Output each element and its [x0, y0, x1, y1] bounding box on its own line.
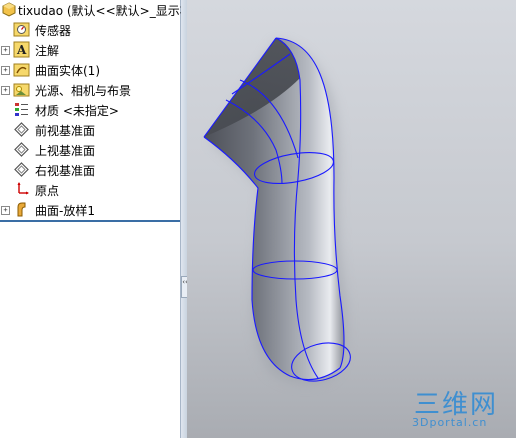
tree-item-right-plane[interactable]: 右视基准面	[0, 160, 180, 180]
tree-item-label: 注解	[35, 44, 60, 58]
tree-item-sensors[interactable]: 传感器	[0, 20, 180, 40]
watermark-logo: 三维网 3Dportal.cn	[404, 384, 512, 434]
tree-item-label: 原点	[35, 184, 60, 198]
plane-icon	[14, 142, 29, 157]
plane-icon	[14, 122, 29, 137]
lights-cameras-scenery-icon	[13, 83, 30, 97]
part-icon	[2, 2, 16, 17]
tree-item-origin[interactable]: 原点	[0, 180, 180, 200]
expand-toggle[interactable]: +	[1, 206, 10, 215]
expand-toggle[interactable]: +	[1, 86, 10, 95]
tree-item-label: 材质 <未指定>	[35, 104, 119, 118]
tree-item-label: 曲面实体(1)	[35, 64, 100, 78]
tree-root-label: tixudao (默认<<默认>_显示状	[18, 4, 181, 18]
material-icon	[15, 103, 28, 116]
expand-toggle[interactable]: +	[1, 66, 10, 75]
surface-bodies-folder-icon	[13, 63, 30, 77]
tree-empty-area	[0, 222, 180, 438]
surface-loft-icon	[17, 202, 26, 217]
origin-icon	[17, 182, 29, 195]
tree-item-label: 光源、相机与布景	[35, 84, 132, 98]
tree-item-surface-bodies[interactable]: + 曲面实体(1)	[0, 60, 180, 80]
svg-text:A: A	[16, 43, 27, 57]
tree-item-label: 上视基准面	[35, 144, 96, 158]
watermark-url: 3Dportal.cn	[412, 416, 488, 429]
tree-item-surface-loft[interactable]: + 曲面-放样1	[0, 200, 180, 220]
lofted-surface-model[interactable]	[187, 0, 516, 438]
plane-icon	[14, 162, 29, 177]
tree-item-label: 曲面-放样1	[35, 204, 95, 218]
tree-item-label: 右视基准面	[35, 164, 96, 178]
tree-item-top-plane[interactable]: 上视基准面	[0, 140, 180, 160]
expand-toggle[interactable]: +	[1, 46, 10, 55]
tree-item-lights-cameras-scenery[interactable]: + 光源、相机与布景	[0, 80, 180, 100]
tree-item-label: 传感器	[35, 24, 72, 38]
tree-item-material[interactable]: 材质 <未指定>	[0, 100, 180, 120]
tree-item-label: 前视基准面	[35, 124, 96, 138]
sensor-folder-icon	[13, 22, 30, 37]
annotation-icon: A	[13, 41, 30, 58]
feature-manager-tree: tixudao (默认<<默认>_显示状 传感器 + A 注解 + 曲面实体(1…	[0, 0, 181, 438]
tree-root-row[interactable]: tixudao (默认<<默认>_显示状	[0, 0, 181, 20]
tree-item-annotations[interactable]: + A 注解	[0, 40, 180, 60]
tree-item-front-plane[interactable]: 前视基准面	[0, 120, 180, 140]
graphics-viewport[interactable]	[187, 0, 516, 438]
